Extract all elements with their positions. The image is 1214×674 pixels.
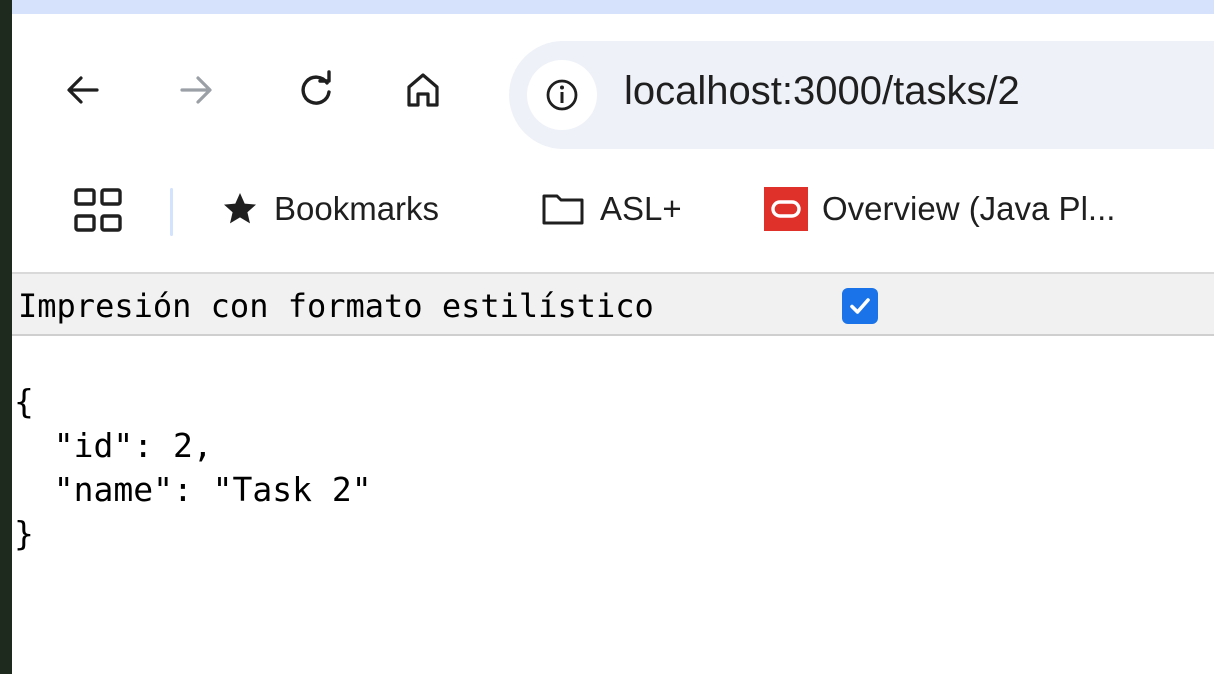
- window-edge: [0, 0, 12, 674]
- json-line: {: [14, 382, 34, 421]
- bookmark-bookmarks[interactable]: Bookmarks: [220, 174, 439, 244]
- home-icon: [407, 73, 439, 107]
- bookmark-label: Bookmarks: [274, 190, 440, 227]
- pretty-print-bar: Impresión con formato estilístico: [12, 272, 1214, 336]
- checkmark-icon: [850, 298, 870, 314]
- pretty-print-label: Impresión con formato estilístico: [18, 287, 654, 325]
- bookmarks-bar: Bookmarks ASL+ Overview (Java Pl...: [12, 174, 1214, 244]
- tab-strip: [12, 0, 1214, 14]
- browser-window: localhost:3000/tasks/2 Bookmarks ASL+ Ov…: [0, 0, 1214, 674]
- arrow-left-icon: [67, 76, 99, 104]
- star-icon: [220, 189, 260, 229]
- forward-button[interactable]: [168, 62, 224, 118]
- json-line: "id": 2,: [14, 426, 213, 465]
- json-content: { "id": 2, "name": "Task 2" }: [14, 380, 372, 556]
- folder-icon: [540, 189, 586, 229]
- json-line: }: [14, 514, 34, 553]
- home-button[interactable]: [395, 62, 451, 118]
- site-info-button[interactable]: [527, 60, 597, 130]
- bookmark-label: Overview (Java Pl...: [822, 190, 1116, 227]
- json-line: "name": "Task 2": [14, 470, 372, 509]
- oracle-icon: [764, 187, 808, 231]
- info-icon: [546, 79, 578, 111]
- url-text[interactable]: localhost:3000/tasks/2: [624, 69, 1020, 114]
- browser-chrome: localhost:3000/tasks/2 Bookmarks ASL+ Ov…: [12, 14, 1214, 272]
- reload-icon: [301, 70, 331, 105]
- bookmarks-divider: [170, 188, 173, 236]
- arrow-right-icon: [180, 76, 212, 104]
- toolbar: localhost:3000/tasks/2: [12, 14, 1214, 154]
- bookmark-label: ASL+: [600, 190, 682, 227]
- reload-button[interactable]: [288, 62, 344, 118]
- address-bar[interactable]: localhost:3000/tasks/2: [509, 41, 1214, 149]
- pretty-print-checkbox[interactable]: [842, 288, 878, 324]
- bookmark-overview-java[interactable]: Overview (Java Pl...: [764, 174, 1115, 244]
- apps-grid-icon[interactable]: [72, 186, 124, 238]
- bookmark-folder-asl[interactable]: ASL+: [540, 174, 682, 244]
- back-button[interactable]: [55, 62, 111, 118]
